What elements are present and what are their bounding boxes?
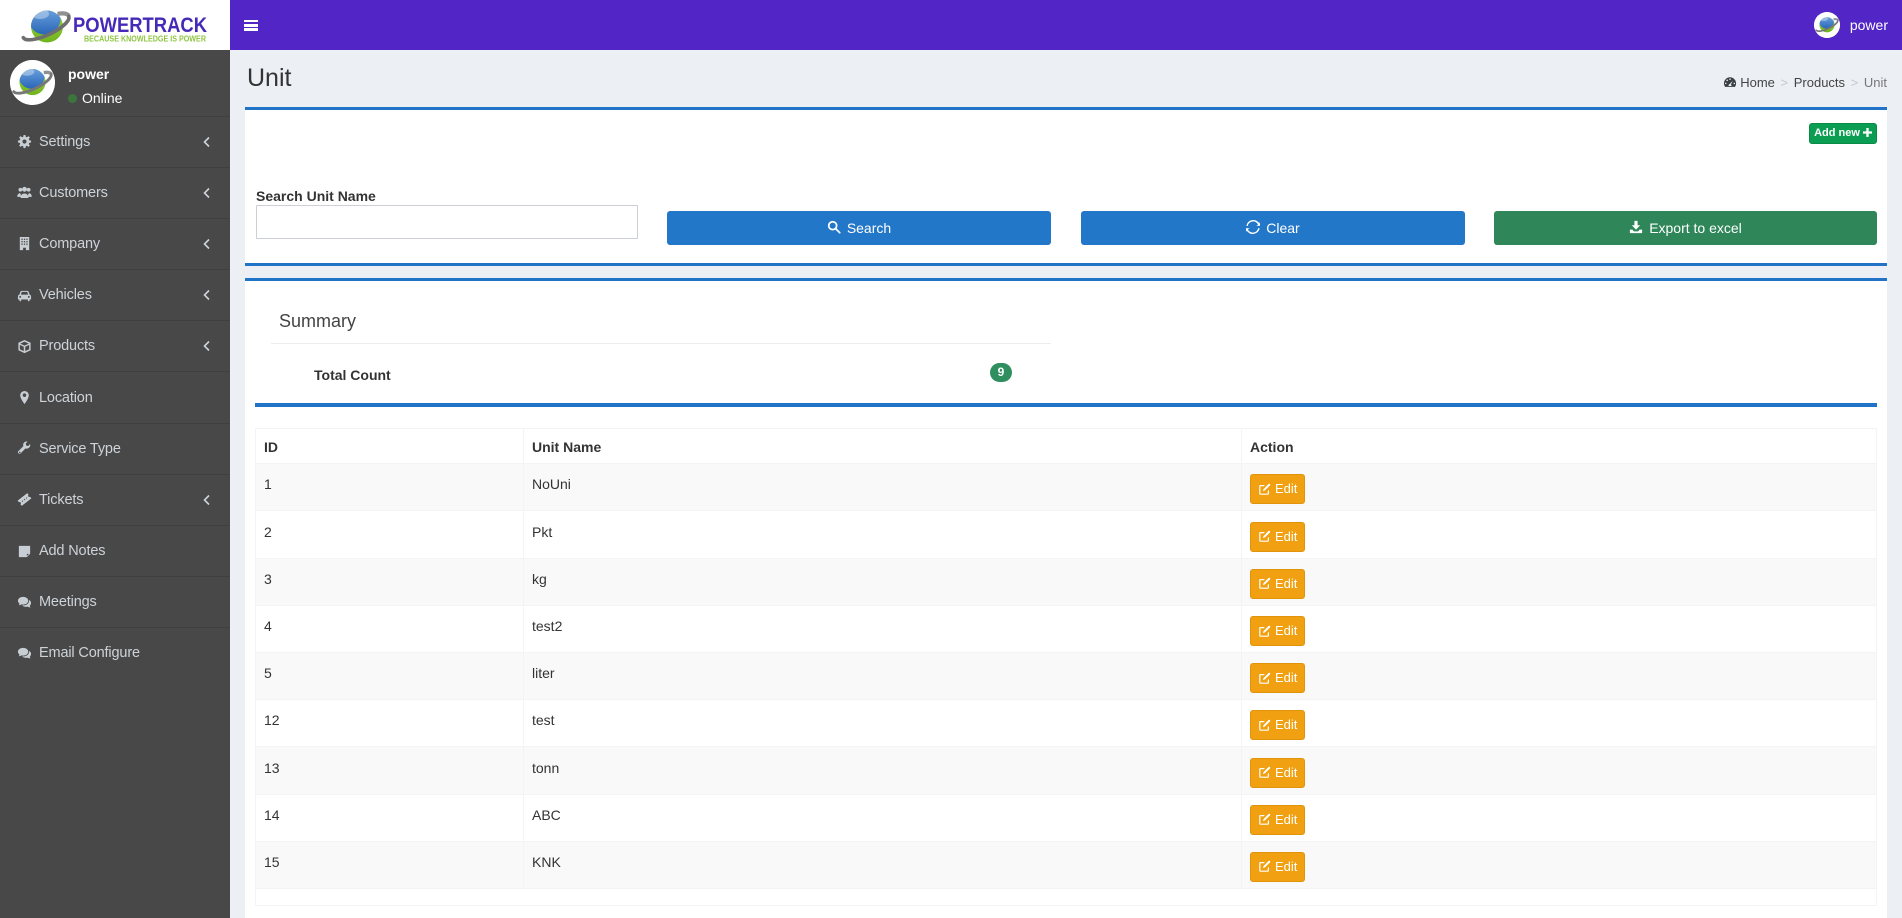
svg-text:BECAUSE KNOWLEDGE IS POWER: BECAUSE KNOWLEDGE IS POWER	[84, 34, 207, 44]
